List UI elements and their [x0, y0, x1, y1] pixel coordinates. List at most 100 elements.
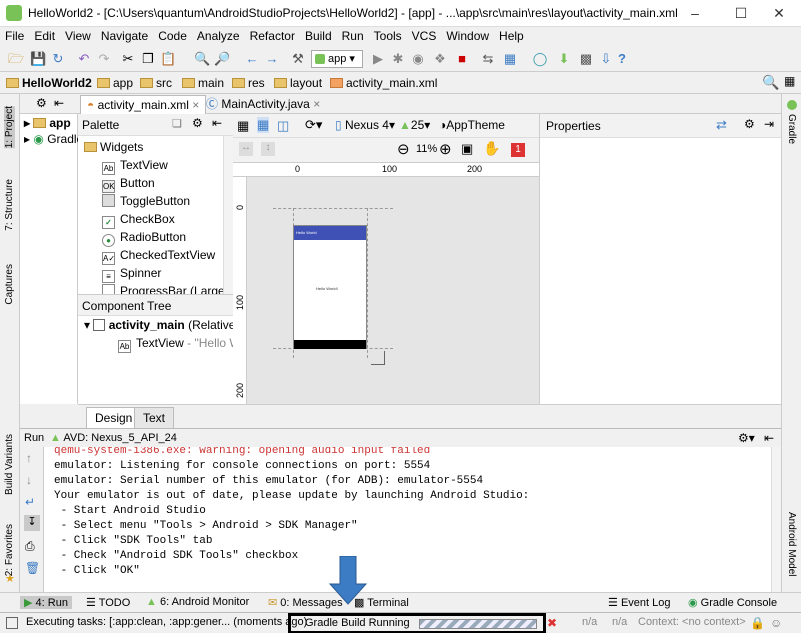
- paste-icon[interactable]: 📋: [160, 51, 176, 67]
- zoom-fit-icon[interactable]: ▣: [461, 141, 473, 157]
- sdk-manager-icon[interactable]: ⬇: [556, 51, 572, 67]
- close-tab-icon[interactable]: ×: [192, 98, 199, 112]
- project-structure-icon[interactable]: ▦: [502, 51, 518, 67]
- search-everywhere-icon[interactable]: 🔍: [762, 74, 779, 91]
- palette-scrollbar[interactable]: [223, 136, 233, 294]
- console-scrollbar[interactable]: [771, 447, 781, 592]
- tab-text[interactable]: Text: [134, 407, 175, 428]
- tool-windows-toggle-icon[interactable]: [6, 617, 18, 629]
- android-device-monitor-icon[interactable]: ▩: [578, 51, 594, 67]
- tab-activity-main[interactable]: ◓ activity_main.xml ×: [80, 95, 207, 114]
- scroll-down-icon[interactable]: ↓: [26, 473, 32, 487]
- project-item-app[interactable]: ▸ app: [24, 116, 71, 130]
- run-icon[interactable]: ▶: [370, 51, 386, 67]
- hide-panel-icon[interactable]: ⇤: [54, 96, 64, 110]
- pan-hand-icon[interactable]: ✋: [483, 140, 500, 157]
- build-hammer-icon[interactable]: ⚒: [290, 51, 306, 67]
- scroll-to-end-icon[interactable]: ↧: [24, 515, 40, 531]
- device-select[interactable]: ▯ Nexus 4▾: [335, 118, 395, 132]
- attach-debugger-icon[interactable]: ❖: [432, 51, 448, 67]
- debug-icon[interactable]: ✱: [390, 51, 406, 67]
- tree-node-textview[interactable]: AbTextView - "Hello Wo: [118, 336, 233, 353]
- find-icon[interactable]: 🔍: [194, 51, 210, 67]
- soft-wrap-icon[interactable]: ↵: [25, 495, 35, 509]
- menu-tools[interactable]: Tools: [369, 27, 407, 45]
- clear-all-icon[interactable]: 🗑: [25, 561, 40, 575]
- layout-icon[interactable]: ▦: [784, 74, 795, 88]
- minimize-button[interactable]: –: [672, 0, 718, 27]
- scroll-up-icon[interactable]: ↑: [26, 451, 32, 465]
- palette-item[interactable]: ProgressBar (Large): [102, 282, 229, 294]
- menu-help[interactable]: Help: [494, 27, 529, 45]
- tool-gradle-console[interactable]: ◉ Gradle Console: [688, 596, 777, 609]
- breadcrumb-main[interactable]: main: [182, 75, 224, 91]
- theme-select[interactable]: ◑AppTheme: [439, 118, 505, 132]
- palette-item[interactable]: Ab TextView: [102, 156, 168, 175]
- copy-icon[interactable]: ❐: [140, 51, 156, 67]
- menu-refactor[interactable]: Refactor: [245, 27, 300, 45]
- expand-icon[interactable]: ❏: [172, 117, 182, 130]
- stop-icon[interactable]: ■: [454, 51, 470, 67]
- preview-textview[interactable]: Hello World!: [316, 286, 338, 291]
- settings-gear-icon[interactable]: ⚙: [744, 117, 755, 131]
- replace-icon[interactable]: 🔎: [214, 51, 230, 67]
- tool-event-log[interactable]: ☰ Event Log: [608, 596, 670, 609]
- run-config-select[interactable]: app ▾: [311, 50, 363, 68]
- pan-left-icon[interactable]: ↔: [239, 142, 253, 156]
- lock-icon[interactable]: 🔒: [750, 616, 765, 630]
- toggle-view-icon[interactable]: ⇄: [716, 117, 727, 133]
- cut-icon[interactable]: ✂: [120, 51, 136, 67]
- tool-android-monitor[interactable]: ▲ 6: Android Monitor: [146, 596, 249, 608]
- design-view-icon[interactable]: ▦: [237, 118, 249, 134]
- avd-manager-icon[interactable]: ◯: [532, 51, 548, 67]
- tool-project[interactable]: 1: Project: [4, 106, 15, 149]
- zoom-out-icon[interactable]: ⊖: [397, 140, 410, 158]
- menu-build[interactable]: Build: [300, 27, 337, 45]
- tool-captures[interactable]: Captures: [4, 264, 15, 305]
- menu-file[interactable]: File: [0, 27, 29, 45]
- inspector-icon[interactable]: ☺: [770, 616, 782, 630]
- tool-gradle[interactable]: Gradle: [786, 114, 797, 144]
- tool-structure[interactable]: 7: Structure: [4, 179, 15, 231]
- tree-node-root[interactable]: ▾ activity_main (RelativeLa: [84, 318, 233, 332]
- palette-item[interactable]: ✓ CheckBox: [102, 210, 175, 229]
- tool-favorites[interactable]: 2: Favorites: [4, 524, 15, 576]
- project-item-gradle[interactable]: ▸ ◉ Gradle: [24, 132, 83, 146]
- sdk-download-icon[interactable]: ⇩: [598, 51, 614, 67]
- back-icon[interactable]: ←: [244, 51, 260, 67]
- menu-analyze[interactable]: Analyze: [192, 27, 245, 45]
- api-level-select[interactable]: ▲25▾: [399, 118, 430, 132]
- help-icon[interactable]: ?: [614, 51, 630, 67]
- redo-icon[interactable]: ↷: [96, 51, 112, 67]
- orientation-icon[interactable]: ⟳▾: [305, 117, 322, 133]
- menu-edit[interactable]: Edit: [29, 27, 60, 45]
- menu-vcs[interactable]: VCS: [407, 27, 442, 45]
- tool-android-model[interactable]: Android Model: [786, 512, 797, 576]
- tool-todo[interactable]: ☰ TODO: [86, 596, 130, 609]
- settings-gear-icon[interactable]: ⚙: [36, 96, 47, 110]
- run-console[interactable]: qemu-system-i386.exe: warning: opening a…: [44, 447, 781, 592]
- palette-item[interactable]: ToggleButton: [102, 192, 190, 210]
- palette-item[interactable]: OK Button: [102, 174, 155, 193]
- breadcrumb-app[interactable]: app: [97, 75, 133, 91]
- print-icon[interactable]: ⎙: [25, 539, 35, 554]
- undo-icon[interactable]: ↶: [76, 51, 92, 67]
- palette-item[interactable]: A✓ CheckedTextView: [102, 246, 215, 265]
- menu-window[interactable]: Window: [441, 27, 494, 45]
- breadcrumb-res[interactable]: res: [232, 75, 265, 91]
- run-config-tab[interactable]: ▲ AVD: Nexus_5_API_24: [50, 432, 177, 444]
- breadcrumb-src[interactable]: src: [140, 75, 172, 91]
- hide-panel-icon[interactable]: ⇥: [764, 117, 774, 131]
- sync-gradle-icon[interactable]: ⇆: [480, 51, 496, 67]
- forward-icon[interactable]: →: [264, 51, 280, 67]
- breadcrumb-project[interactable]: HelloWorld2: [6, 75, 92, 91]
- device-preview[interactable]: Hello World Hello World!: [293, 225, 367, 349]
- blueprint-view-icon[interactable]: ▦: [257, 117, 270, 133]
- both-views-icon[interactable]: ◫: [277, 118, 289, 134]
- close-button[interactable]: ✕: [756, 0, 801, 27]
- cancel-process-icon[interactable]: ✖: [547, 616, 557, 630]
- close-tab-icon[interactable]: ×: [313, 97, 320, 111]
- menu-view[interactable]: View: [60, 27, 96, 45]
- settings-gear-icon[interactable]: ⚙▾: [738, 431, 755, 445]
- menu-navigate[interactable]: Navigate: [96, 27, 153, 45]
